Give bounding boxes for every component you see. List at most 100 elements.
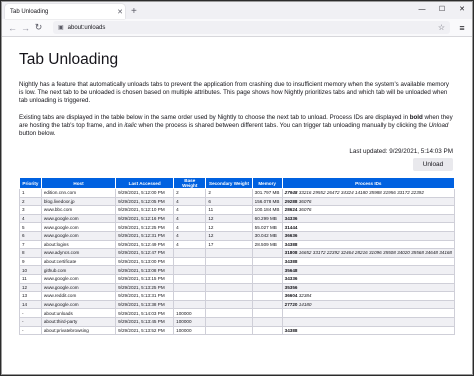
cell-process-ids: 34336 xyxy=(281,273,456,284)
cell-memory: 28.509 MB xyxy=(251,239,283,250)
cell-base-weight xyxy=(173,299,207,310)
cell-host: blog.livedoor.jp xyxy=(40,196,117,207)
top-frame-pid: 34388 xyxy=(284,259,298,265)
table-row: 4 www.google.com 9/29/2021, 5:12:16 PM 4 12 6… xyxy=(19,213,456,224)
cell-host: about:privatebrowsing xyxy=(40,325,117,336)
other-pids: 32384 xyxy=(297,293,312,299)
bookmark-star-icon[interactable]: ☆ xyxy=(438,23,445,32)
unload-term: Unload xyxy=(428,122,449,129)
app-menu-icon[interactable]: ≡ xyxy=(456,23,468,33)
explanation-paragraph: Existing tabs are displayed in the table… xyxy=(19,114,455,138)
cell-memory xyxy=(251,273,283,284)
table-row: 6 www.google.com 9/29/2021, 5:12:31 PM 4 12 3… xyxy=(19,230,456,241)
minimize-icon[interactable]: — xyxy=(412,2,432,16)
cell-last-accessed: 9/29/2021, 5:12:49 PM xyxy=(115,239,175,250)
cell-secondary-weight: 17 xyxy=(205,239,253,250)
last-updated: Last updated: 9/29/2021, 5:14:03 PM xyxy=(349,148,453,155)
cell-process-ids xyxy=(281,308,456,318)
table-row: 7 about:logins 9/29/2021, 5:12:49 PM 4 17 28.… xyxy=(19,239,456,250)
header-last-accessed: Last Accessed xyxy=(115,177,175,189)
explanation-text-3: when the process is shared between diffe… xyxy=(136,122,429,129)
cell-secondary-weight: 11 xyxy=(205,205,253,215)
table-row: 12 www.google.com 9/29/2021, 5:13:25 PM 353… xyxy=(19,282,456,293)
reload-icon[interactable]: ↻ xyxy=(32,22,45,33)
cell-host: www.google.com xyxy=(40,213,117,224)
cell-process-ids: 35648 xyxy=(281,265,456,275)
cell-base-weight: 4 xyxy=(173,230,207,241)
top-frame-pid: 34388 xyxy=(284,241,298,247)
cell-priority: 3 xyxy=(19,205,42,215)
cell-base-weight: 4 xyxy=(173,213,207,224)
cell-last-accessed: 9/29/2021, 5:12:47 PM xyxy=(115,248,175,258)
cell-memory: 30.042 MB xyxy=(251,230,283,241)
url-text[interactable]: about:unloads xyxy=(68,25,438,31)
window-controls: — ☐ ✕ xyxy=(412,2,472,16)
cell-last-accessed: 9/29/2021, 5:12:10 PM xyxy=(115,205,175,215)
table-row: 13 www.reddit.com 9/29/2021, 5:13:31 PM 366… xyxy=(19,291,456,301)
cell-priority: 11 xyxy=(19,273,42,284)
cell-priority: 4 xyxy=(19,213,42,224)
cell-priority: - xyxy=(19,325,42,336)
cell-memory: 156.078 MB xyxy=(251,196,283,207)
cell-process-ids: 31444 xyxy=(281,222,456,232)
cell-memory xyxy=(251,325,283,336)
cell-priority: 13 xyxy=(19,291,42,301)
bold-term: bold xyxy=(409,114,423,121)
cell-secondary-weight xyxy=(205,273,253,284)
other-pids: 36076 xyxy=(297,198,312,204)
cell-memory xyxy=(251,308,283,318)
table-body: 1 edition.cnn.com 9/29/2021, 5:12:00 PM 2 2 3… xyxy=(19,188,456,336)
cell-memory xyxy=(251,282,283,293)
cell-base-weight: 4 xyxy=(173,222,207,232)
cell-memory xyxy=(251,248,283,258)
cell-memory xyxy=(251,265,283,275)
cell-memory xyxy=(251,291,283,301)
cell-base-weight: 100000 xyxy=(173,308,207,318)
forward-icon[interactable]: → xyxy=(19,23,32,33)
header-memory: Memory xyxy=(251,177,283,189)
tab-close-icon[interactable]: ✕ xyxy=(115,8,125,16)
cell-priority: 10 xyxy=(19,265,42,275)
cell-last-accessed: 9/29/2021, 5:13:15 PM xyxy=(115,273,175,284)
table-row: - about:unloads 9/29/2021, 5:14:03 PM 10000… xyxy=(19,308,456,318)
new-tab-icon[interactable]: + xyxy=(131,4,137,19)
explanation-text-4: button below. xyxy=(19,130,56,137)
cell-secondary-weight xyxy=(205,256,253,267)
table-row: 8 www.adyncs.com 9/29/2021, 5:12:47 PM 3180… xyxy=(19,248,456,258)
cell-process-ids: 27720 14180 xyxy=(281,299,456,310)
table-row: 11 www.google.com 9/29/2021, 5:13:15 PM 343… xyxy=(19,273,456,284)
header-host: Host xyxy=(40,177,117,189)
page-info-icon[interactable]: ▣ xyxy=(58,24,64,31)
cell-host: about:third-party xyxy=(40,316,117,327)
top-frame-pid: 35356 xyxy=(284,284,298,290)
table-row: - about:privatebrowsing 9/29/2021, 5:13:52… xyxy=(19,325,456,336)
cell-host: edition.cnn.com xyxy=(40,188,117,198)
top-frame-pid: 34336 xyxy=(284,276,298,282)
close-icon[interactable]: ✕ xyxy=(452,2,472,16)
cell-process-ids xyxy=(281,316,456,327)
cell-host: about:logins xyxy=(40,239,117,250)
top-frame-pid: 34336 xyxy=(284,216,298,222)
url-bar[interactable]: ▣ about:unloads ☆ xyxy=(53,21,450,34)
table-row: 2 blog.livedoor.jp 9/29/2021, 5:12:05 PM 4 6… xyxy=(19,196,456,207)
cell-memory xyxy=(251,316,283,327)
tab-tab-unloading[interactable]: Tab Unloading ✕ xyxy=(5,4,125,19)
cell-process-ids: 36636 xyxy=(281,230,456,241)
cell-process-ids: 28624 36076 xyxy=(281,205,456,215)
unload-button[interactable]: Unload xyxy=(413,158,453,171)
intro-paragraph: Nightly has a feature that automatically… xyxy=(19,81,449,104)
cell-last-accessed: 9/29/2021, 5:14:03 PM xyxy=(115,308,175,318)
cell-host: www.google.com xyxy=(40,230,117,241)
top-frame-pid: 27720 xyxy=(284,302,298,308)
cell-priority: 9 xyxy=(19,256,42,267)
cell-last-accessed: 9/29/2021, 5:13:08 PM xyxy=(115,265,175,275)
maximize-icon[interactable]: ☐ xyxy=(432,2,452,16)
cell-process-ids: 36604 32384 xyxy=(281,291,456,301)
back-icon[interactable]: ← xyxy=(6,23,19,33)
top-frame-pid: 34388 xyxy=(284,327,298,333)
cell-memory xyxy=(251,256,283,267)
other-pids: 36076 xyxy=(297,207,312,213)
page-content: Tab Unloading Nightly has a feature that… xyxy=(2,38,472,374)
cell-last-accessed: 9/29/2021, 5:12:31 PM xyxy=(115,230,175,241)
cell-host: www.adyncs.com xyxy=(40,248,117,258)
